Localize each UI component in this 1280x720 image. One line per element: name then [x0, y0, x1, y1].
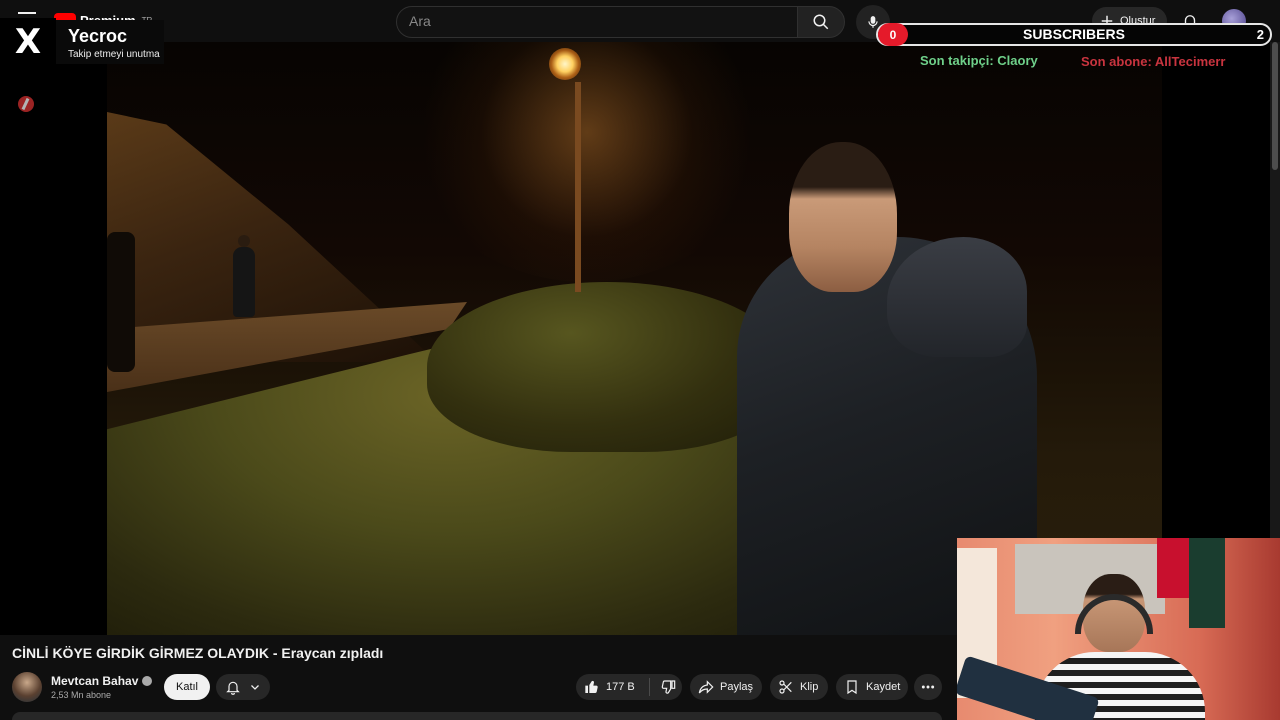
search-button[interactable] — [797, 6, 845, 38]
verified-icon — [142, 676, 153, 686]
search-input[interactable] — [397, 7, 791, 35]
streamer-webcam — [957, 538, 1280, 720]
join-button[interactable]: Katıl — [164, 674, 210, 700]
lamp-pole — [575, 82, 581, 292]
channel-avatar[interactable] — [12, 672, 42, 702]
lamp-glow — [407, 42, 767, 282]
subscription-bell-button[interactable] — [216, 674, 270, 700]
channel-name-row[interactable]: Mevtcan Bahav — [51, 674, 153, 688]
clip-button[interactable]: Klip — [770, 674, 828, 700]
share-label: Paylaş — [720, 681, 754, 693]
x-handle-subtitle: Takip etmeyi unutma — [68, 49, 160, 60]
x-handle-panel: Yecroc Takip etmeyi unutma — [56, 20, 164, 64]
save-button[interactable]: Kaydet — [836, 674, 908, 700]
bookmark-icon — [847, 680, 857, 695]
scissors-icon — [779, 680, 792, 694]
more-icon — [921, 685, 935, 689]
like-dislike-group: 177 B — [576, 674, 682, 700]
video-title: CİNLİ KÖYE GİRDİK GİRMEZ OLAYDIK - Erayc… — [12, 645, 384, 661]
description-box-edge[interactable] — [12, 712, 942, 720]
bell-icon — [226, 681, 240, 695]
more-actions-button[interactable] — [914, 674, 942, 700]
x-handle-name: Yecroc — [68, 26, 128, 46]
last-subscriber: Son abone: AllTecimerr — [1081, 54, 1226, 69]
dislike-icon[interactable] — [660, 679, 676, 695]
subscriber-goal-bar: 0 SUBSCRIBERS 2 — [876, 23, 1272, 46]
grass-mound — [427, 282, 787, 452]
person-walking — [233, 235, 255, 317]
channel-subscriber-count: 2,53 Mn abone — [51, 690, 112, 700]
clip-label: Klip — [800, 681, 819, 693]
x-logo-icon: X — [14, 22, 42, 62]
like-divider — [648, 678, 650, 696]
like-count[interactable]: 177 B — [606, 681, 635, 693]
watermark-logo-icon — [18, 96, 34, 112]
channel-watermark — [18, 96, 34, 112]
chevron-down-icon — [251, 685, 259, 690]
last-follower: Son takipçi: Claory — [920, 53, 1038, 68]
search-box — [396, 6, 798, 38]
scrollbar-thumb[interactable] — [1272, 42, 1278, 170]
share-button[interactable]: Paylaş — [690, 674, 762, 700]
subscriber-label: SUBSCRIBERS — [1023, 26, 1125, 42]
head — [789, 142, 897, 292]
channel-name[interactable]: Mevtcan Bahav — [51, 674, 138, 688]
share-icon — [698, 680, 714, 694]
x-logo-box: X — [0, 18, 56, 66]
subscriber-count-right: 2 — [1256, 27, 1264, 42]
save-label: Kaydet — [866, 681, 901, 693]
person-left-edge — [107, 232, 135, 372]
like-icon[interactable] — [584, 679, 600, 695]
street-lamp — [549, 48, 581, 80]
search-icon — [813, 14, 829, 30]
